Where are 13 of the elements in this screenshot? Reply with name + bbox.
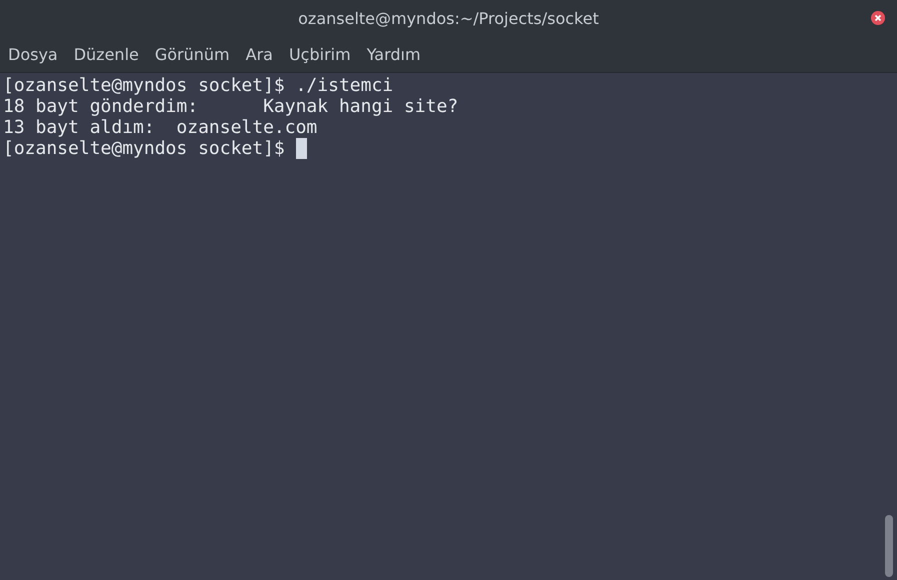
terminal-line: 18 bayt gönderdim: Kaynak hangi site? bbox=[3, 96, 458, 117]
menu-item[interactable]: Yardım bbox=[358, 42, 429, 66]
menu-item[interactable]: Ara bbox=[238, 42, 281, 66]
terminal-line: [ozanselte@myndos socket]$ bbox=[3, 138, 286, 159]
menu-item[interactable]: Dosya bbox=[0, 42, 66, 66]
terminal-line: 13 bayt aldım: ozanselte.com bbox=[3, 117, 318, 138]
window-title: ozanselte@myndos:~/Projects/socket bbox=[298, 8, 599, 30]
scrollbar-thumb[interactable] bbox=[885, 515, 893, 577]
menu-item[interactable]: Uçbirim bbox=[280, 42, 359, 66]
terminal-line: [ozanselte@myndos socket]$ ./istemci bbox=[3, 75, 394, 96]
menu-item[interactable]: Görünüm bbox=[146, 42, 238, 66]
close-icon[interactable] bbox=[871, 11, 885, 25]
menu-item[interactable]: Düzenle bbox=[66, 42, 147, 66]
